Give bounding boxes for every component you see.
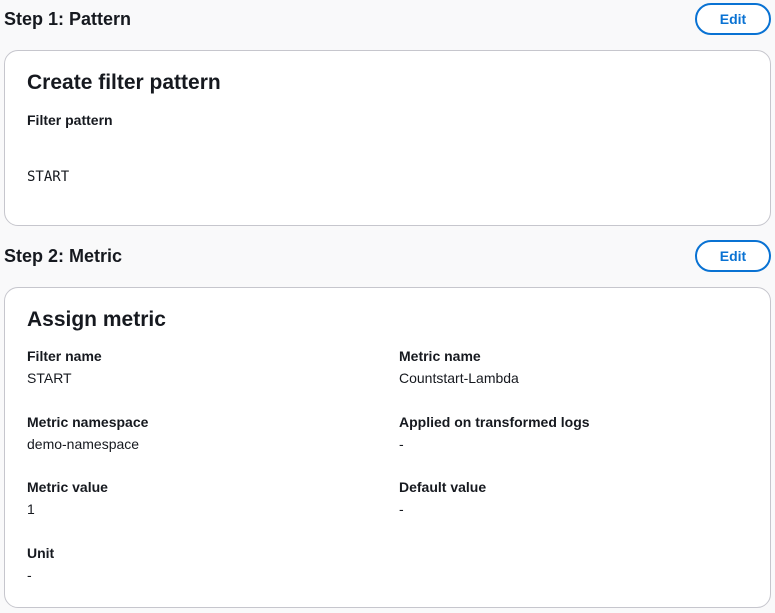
metric-value-field: Metric value 1 [27, 478, 108, 518]
step2-header: Step 2: Metric Edit [0, 237, 775, 277]
filter-name-value: START [27, 370, 72, 386]
step1-title: Step 1: Pattern [4, 9, 132, 29]
filter-pattern-card-title: Create filter pattern [27, 71, 221, 94]
metric-name-field: Metric name Countstart-Lambda [399, 347, 519, 387]
default-value-value: - [399, 501, 404, 517]
metric-namespace-field: Metric namespace demo-namespace [27, 413, 148, 453]
filter-pattern-card: Create filter pattern Filter pattern STA… [4, 50, 771, 226]
applied-transformed-logs-value: - [399, 436, 404, 452]
metric-value-value: 1 [27, 501, 35, 517]
metric-value-label: Metric value [27, 479, 108, 495]
unit-field: Unit - [27, 544, 54, 584]
metric-namespace-value: demo-namespace [27, 436, 140, 452]
filter-pattern-label: Filter pattern [27, 112, 113, 128]
unit-label: Unit [27, 545, 55, 561]
metric-name-label: Metric name [399, 348, 481, 364]
metric-name-value: Countstart-Lambda [399, 370, 519, 386]
unit-value: - [27, 567, 32, 583]
step1-edit-button[interactable]: Edit [695, 3, 771, 35]
filter-name-field: Filter name START [27, 347, 102, 387]
step2-title: Step 2: Metric [4, 246, 123, 266]
metric-namespace-label: Metric namespace [27, 414, 149, 430]
step2-edit-button[interactable]: Edit [695, 240, 771, 272]
default-value-label: Default value [399, 479, 487, 495]
filter-name-label: Filter name [27, 348, 102, 364]
step1-header: Step 1: Pattern Edit [0, 0, 775, 40]
applied-transformed-logs-label: Applied on transformed logs [399, 414, 590, 430]
default-value-field: Default value - [399, 478, 486, 518]
assign-metric-card-title: Assign metric [27, 308, 166, 331]
filter-pattern-value: START [27, 169, 70, 185]
applied-transformed-logs-field: Applied on transformed logs - [399, 413, 590, 453]
assign-metric-card: Assign metric Filter name START Metric n… [4, 287, 771, 608]
filter-pattern-field: Filter pattern [27, 111, 113, 129]
